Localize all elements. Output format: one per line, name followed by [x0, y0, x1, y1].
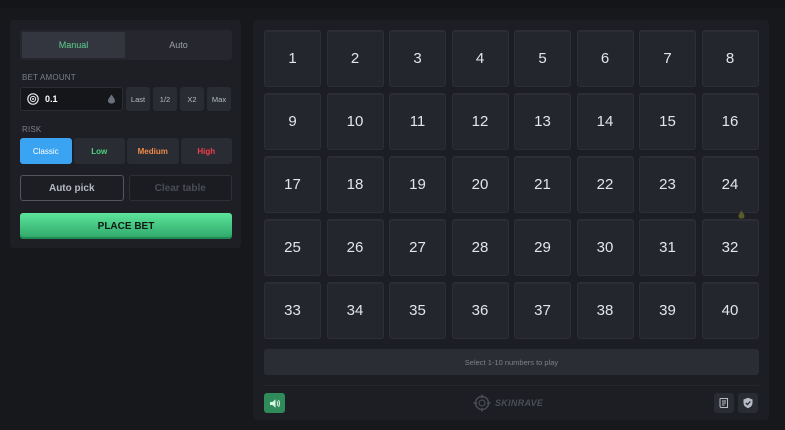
- fairness-button[interactable]: [714, 393, 734, 413]
- number-tile[interactable]: 5: [514, 30, 571, 87]
- number-tile[interactable]: 39: [639, 282, 696, 339]
- shield-button[interactable]: [738, 393, 758, 413]
- number-tile[interactable]: 30: [576, 219, 634, 276]
- tab-manual[interactable]: Manual: [22, 32, 125, 58]
- number-tile[interactable]: 12: [451, 93, 509, 150]
- risk-label: RISK: [22, 125, 42, 134]
- bet-amount-value: 0.1: [45, 94, 58, 104]
- number-tile[interactable]: 36: [451, 282, 509, 339]
- risk-selector: Classic Low Medium High: [20, 138, 232, 164]
- droplet-marker-icon: [738, 210, 745, 219]
- crosshair-logo-icon: [473, 394, 491, 412]
- number-tile[interactable]: 34: [326, 282, 384, 339]
- number-tile[interactable]: 9: [264, 93, 321, 150]
- number-tile[interactable]: 31: [639, 219, 696, 276]
- number-tile[interactable]: 16: [701, 93, 759, 150]
- risk-high-button[interactable]: High: [180, 138, 232, 164]
- number-tile[interactable]: 15: [639, 93, 696, 150]
- keno-board: 1 2 3 4 5 6 7 8 9 10 11 12 13 14 15 16 17 18 19 20 21 22 23 24 2…: [253, 20, 769, 420]
- scroll-icon: [719, 398, 728, 408]
- max-bet-button[interactable]: Max: [207, 87, 231, 111]
- number-tile[interactable]: 22: [576, 156, 634, 213]
- number-tile[interactable]: 33: [264, 282, 321, 339]
- top-bar: [0, 0, 785, 8]
- bet-amount-row: 0.1 Last 1/2 X2 Max: [20, 87, 232, 111]
- half-bet-button[interactable]: 1/2: [153, 87, 177, 111]
- number-tile[interactable]: 20: [451, 156, 509, 213]
- clear-table-button[interactable]: Clear table: [128, 175, 232, 201]
- bet-amount-field[interactable]: 0.1: [20, 87, 123, 111]
- bet-amount-label: BET AMOUNT: [22, 73, 76, 82]
- number-tile[interactable]: 40: [701, 282, 759, 339]
- brand-name: SKINRAVE: [495, 398, 544, 408]
- number-tile[interactable]: 18: [326, 156, 384, 213]
- auto-pick-button[interactable]: Auto pick: [20, 175, 124, 201]
- number-tile[interactable]: 32: [701, 219, 759, 276]
- number-tile[interactable]: 23: [639, 156, 696, 213]
- sound-toggle-button[interactable]: [264, 393, 285, 413]
- tab-auto[interactable]: Auto: [127, 32, 230, 58]
- bet-controls-panel: Manual Auto BET AMOUNT 0.1 Last 1/2 X2 M…: [10, 20, 241, 248]
- place-bet-button[interactable]: PLACE BET: [20, 213, 232, 239]
- number-tile[interactable]: 38: [576, 282, 634, 339]
- number-grid: 1 2 3 4 5 6 7 8 9 10 11 12 13 14 15 16 17 18 19 20 21 22 23 24 2…: [264, 30, 759, 339]
- mode-tabs: Manual Auto: [20, 30, 232, 60]
- footer-divider: [264, 385, 759, 386]
- number-tile[interactable]: 2: [326, 30, 384, 87]
- risk-classic-button[interactable]: Classic: [20, 138, 72, 164]
- number-tile[interactable]: 10: [326, 93, 384, 150]
- number-tile[interactable]: 13: [514, 93, 571, 150]
- droplet-icon: [108, 94, 115, 104]
- brand-logo: SKINRAVE: [473, 393, 543, 413]
- shield-check-icon: [743, 397, 753, 409]
- action-row: Auto pick Clear table: [20, 175, 232, 201]
- number-tile[interactable]: 1: [264, 30, 321, 87]
- risk-medium-button[interactable]: Medium: [127, 138, 179, 164]
- info-bar: Select 1-10 numbers to play: [264, 349, 759, 375]
- number-tile[interactable]: 21: [514, 156, 571, 213]
- number-tile[interactable]: 3: [389, 30, 446, 87]
- number-tile[interactable]: 14: [576, 93, 634, 150]
- double-bet-button[interactable]: X2: [180, 87, 204, 111]
- number-tile[interactable]: 35: [389, 282, 446, 339]
- number-tile[interactable]: 8: [701, 30, 759, 87]
- speaker-icon: [269, 398, 280, 408]
- number-tile[interactable]: 26: [326, 219, 384, 276]
- number-tile[interactable]: 37: [514, 282, 571, 339]
- number-tile[interactable]: 24: [701, 156, 759, 213]
- number-tile[interactable]: 4: [451, 30, 509, 87]
- risk-low-button[interactable]: Low: [73, 138, 125, 164]
- number-tile[interactable]: 25: [264, 219, 321, 276]
- number-tile[interactable]: 7: [639, 30, 696, 87]
- number-tile[interactable]: 11: [389, 93, 446, 150]
- last-bet-button[interactable]: Last: [126, 87, 150, 111]
- number-tile[interactable]: 17: [264, 156, 321, 213]
- number-tile[interactable]: 6: [576, 30, 634, 87]
- number-tile[interactable]: 19: [389, 156, 446, 213]
- number-tile[interactable]: 27: [389, 219, 446, 276]
- coin-icon: [27, 93, 39, 105]
- number-tile[interactable]: 29: [514, 219, 571, 276]
- number-tile[interactable]: 28: [451, 219, 509, 276]
